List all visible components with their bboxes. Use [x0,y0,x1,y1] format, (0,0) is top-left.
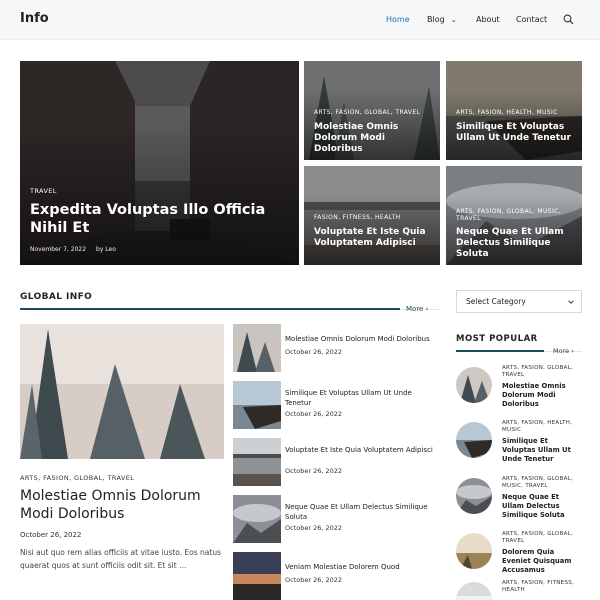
list-item-title[interactable]: Molestiae Omnis Dolorum Modi Doloribus [285,335,435,345]
popular-thumbnail[interactable] [456,367,492,403]
popular-item-title[interactable]: Similique Et Voluptas Ullam Ut Unde Tene… [502,437,582,464]
category-select[interactable]: Select Category [456,290,582,313]
hero-tile-4-category[interactable]: ARTS, FASION, GLOBAL, MUSIC, TRAVEL [456,208,582,222]
list-item-title[interactable]: Neque Quae Et Ullam Delectus Similique S… [285,503,435,522]
list-item-title[interactable]: Voluptate Et Iste Quia Voluptatem Adipis… [285,446,435,456]
hero-tile-2-category[interactable]: ARTS, FASION, HEALTH, MUSIC [456,109,558,116]
nav-blog[interactable]: Blog ⌄ [427,15,457,24]
list-item[interactable]: Neque Quae Et Ullam Delectus Similique S… [233,495,438,543]
feature-title[interactable]: Molestiae Omnis Dolorum Modi Doloribus [20,487,220,523]
list-item-date: October 26, 2022 [285,524,343,532]
list-item-date: October 26, 2022 [285,467,343,475]
popular-item-title[interactable]: Neque Quae Et Ullam Delectus Similique S… [502,493,582,520]
popular-item-category[interactable]: ARTS, FASION, GLOBAL, MUSIC, TRAVEL [502,476,582,490]
chevron-right-icon: › [571,347,574,355]
hero-tile-1[interactable]: ARTS, FASION, GLOBAL, TRAVEL Molestiae O… [304,61,440,160]
popular-item[interactable]: ARTS, FASION, HEALTH, MUSIC Similique Et… [456,420,582,470]
list-item-date: October 26, 2022 [285,576,343,584]
list-thumbnail[interactable] [233,324,281,372]
list-item[interactable]: Similique Et Voluptas Ullam Ut Unde Tene… [233,381,438,429]
popular-item[interactable]: ARTS, FASION, FITNESS, HEALTH [456,580,582,600]
list-thumbnail[interactable] [233,495,281,543]
hero-tile-2-title[interactable]: Similique Et Voluptas Ullam Ut Unde Tene… [456,122,576,144]
hero-main-author[interactable]: by Leo [96,246,116,253]
chevron-down-icon: ⌄ [450,16,457,24]
site-title[interactable]: Info [20,11,49,26]
popular-item-title[interactable]: Dolorem Quia Eveniet Quisquam Accusamus [502,548,582,575]
hero-tile-2[interactable]: ARTS, FASION, HEALTH, MUSIC Similique Et… [446,61,582,160]
category-select-value: Select Category [466,297,526,306]
chevron-down-icon [568,300,574,304]
list-thumbnail[interactable] [233,381,281,429]
most-popular-heading: MOST POPULAR [456,334,538,344]
popular-item-category[interactable]: ARTS, FASION, FITNESS, HEALTH [502,580,582,594]
section-divider [456,350,544,352]
list-thumbnail[interactable] [233,552,281,600]
global-info-heading: GLOBAL INFO [20,292,93,302]
list-item[interactable]: Voluptate Et Iste Quia Voluptatem Adipis… [233,438,438,486]
list-item-title[interactable]: Similique Et Voluptas Ullam Ut Unde Tene… [285,389,435,408]
hero-main-post[interactable]: TRAVEL Expedita Voluptas Illo Officia Ni… [20,61,299,265]
hero-main-date: November 7, 2022 [30,246,87,253]
hero-tile-3-title[interactable]: Voluptate Et Iste Quia Voluptatem Adipis… [314,227,434,249]
nav-contact[interactable]: Contact [516,15,547,24]
list-item-date: October 26, 2022 [285,348,343,356]
feature-category[interactable]: ARTS, FASION, GLOBAL, TRAVEL [20,474,134,482]
list-thumbnail[interactable] [233,438,281,486]
popular-thumbnail[interactable] [456,533,492,569]
nav-blog-label: Blog [427,15,445,24]
nav-home[interactable]: Home [386,15,410,24]
list-item-date: October 26, 2022 [285,410,343,418]
hero-main-category[interactable]: TRAVEL [30,187,57,195]
hero-tile-3[interactable]: FASION, FITNESS, HEALTH Voluptate Et Ist… [304,166,440,265]
feature-image[interactable] [20,324,224,459]
section-divider [20,308,400,310]
site-header: Info Home Blog ⌄ About Contact [0,0,600,40]
hero-tile-3-category[interactable]: FASION, FITNESS, HEALTH [314,214,401,221]
popular-item[interactable]: ARTS, FASION, GLOBAL, TRAVEL Dolorem Qui… [456,531,582,581]
hero-main-meta: November 7, 2022 by Leo [30,246,116,253]
popular-thumbnail[interactable] [456,582,492,600]
popular-thumbnail[interactable] [456,478,492,514]
list-item[interactable]: Molestiae Omnis Dolorum Modi Doloribus O… [233,324,438,372]
popular-item-category[interactable]: ARTS, FASION, HEALTH, MUSIC [502,420,582,434]
popular-item-title[interactable]: Molestiae Omnis Dolorum Modi Doloribus [502,382,582,409]
popular-item[interactable]: ARTS, FASION, GLOBAL, MUSIC, TRAVEL Nequ… [456,476,582,526]
hero-main-title[interactable]: Expedita Voluptas Illo Officia Nihil Et [30,201,285,237]
popular-item[interactable]: ARTS, FASION, GLOBAL, TRAVEL Molestiae O… [456,365,582,415]
hero-tile-1-category[interactable]: ARTS, FASION, GLOBAL, TRAVEL [314,109,420,116]
popular-more-link[interactable]: More › [553,347,574,355]
hero-tile-4[interactable]: ARTS, FASION, GLOBAL, MUSIC, TRAVEL Nequ… [446,166,582,265]
popular-item-category[interactable]: ARTS, FASION, GLOBAL, TRAVEL [502,365,582,379]
nav-about[interactable]: About [476,15,500,24]
search-icon[interactable] [563,14,574,25]
popular-thumbnail[interactable] [456,422,492,458]
hero-tile-1-title[interactable]: Molestiae Omnis Dolorum Modi Doloribus [314,122,434,155]
chevron-right-icon: › [425,305,429,313]
feature-excerpt: Nisi aut quo rem alias officiis at vitae… [20,548,221,570]
popular-item-category[interactable]: ARTS, FASION, GLOBAL, TRAVEL [502,531,582,545]
global-more-link[interactable]: More › [406,305,428,313]
global-more-label: More [406,305,424,313]
feature-date: October 26, 2022 [20,531,82,539]
list-item-title[interactable]: Veniam Molestiae Dolorem Quod [285,563,435,573]
hero-tile-4-title[interactable]: Neque Quae Et Ullam Delectus Similique S… [456,227,576,260]
popular-more-label: More [553,347,570,355]
list-item[interactable]: Veniam Molestiae Dolorem Quod October 26… [233,552,438,600]
snowy-trees-image [20,324,224,459]
